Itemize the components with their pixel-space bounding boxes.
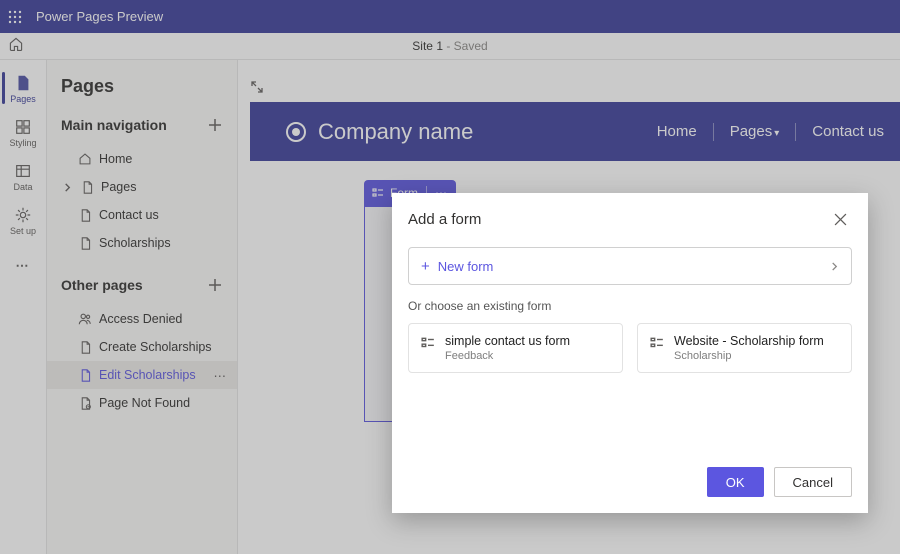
add-form-modal: Add a form + New form Or choose an exist… — [392, 193, 868, 513]
modal-title: Add a form — [408, 211, 481, 228]
form-icon — [421, 336, 435, 362]
plus-icon: + — [421, 258, 430, 275]
chevron-right-icon — [830, 262, 839, 271]
existing-form-card[interactable]: simple contact us form Feedback — [408, 323, 623, 373]
close-button[interactable] — [828, 207, 852, 231]
form-card-title: Website - Scholarship form — [674, 334, 824, 348]
ok-button[interactable]: OK — [707, 467, 764, 497]
new-form-button[interactable]: + New form — [408, 247, 852, 285]
new-form-label: New form — [438, 259, 494, 274]
form-icon — [650, 336, 664, 362]
form-card-subtitle: Scholarship — [674, 350, 824, 362]
existing-form-card[interactable]: Website - Scholarship form Scholarship — [637, 323, 852, 373]
form-card-subtitle: Feedback — [445, 350, 570, 362]
choose-existing-label: Or choose an existing form — [408, 299, 852, 313]
cancel-button[interactable]: Cancel — [774, 467, 852, 497]
form-card-title: simple contact us form — [445, 334, 570, 348]
